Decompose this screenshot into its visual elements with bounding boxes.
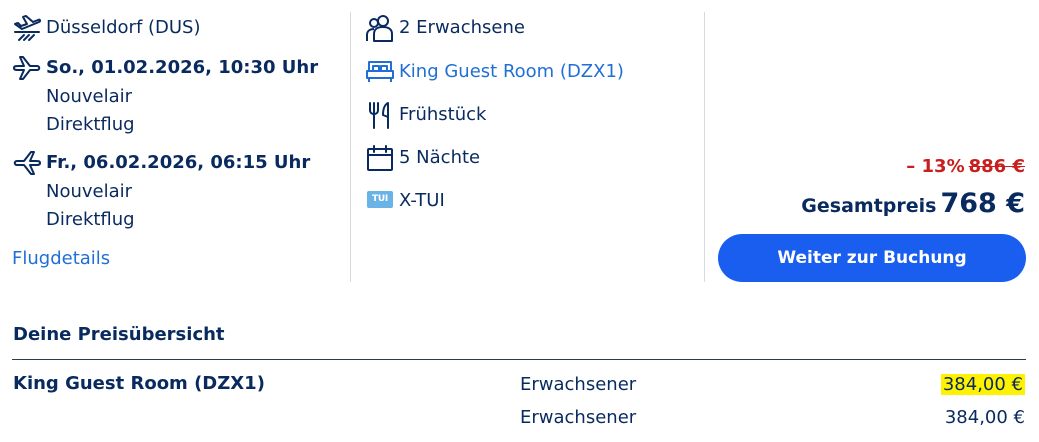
- continue-booking-button[interactable]: Weiter zur Buchung: [718, 234, 1026, 282]
- old-price: 886 €: [968, 156, 1025, 177]
- nights: 5 Nächte: [399, 147, 481, 168]
- plane-airport-icon: [12, 14, 42, 42]
- overview-row-1-amount: 384,00 €: [940, 374, 1025, 396]
- outbound-datetime: So., 01.02.2026, 10:30 Uhr: [46, 57, 319, 78]
- calendar-icon: [366, 144, 394, 172]
- room-link[interactable]: King Guest Room (DZX1): [399, 61, 624, 83]
- price-overview-divider: [12, 359, 1026, 360]
- overview-row-2-label: Erwachsener: [520, 407, 637, 428]
- overview-row-1-amount-value: 384,00 €: [940, 374, 1025, 395]
- price-overview-title: Deine Preisübersicht: [13, 324, 225, 345]
- column-divider-left: [350, 12, 351, 282]
- discount-percent: – 13%: [906, 156, 965, 177]
- return-airline: Nouvelair: [46, 181, 133, 202]
- cutlery-icon: [367, 101, 393, 129]
- total-price-label: Gesamtpreis: [801, 195, 937, 217]
- return-datetime: Fr., 06.02.2026, 06:15 Uhr: [46, 152, 311, 173]
- total-price-value: 768 €: [940, 188, 1025, 219]
- discount-info: – 13% 886 €: [906, 156, 1025, 177]
- bed-icon: [365, 58, 395, 84]
- outbound-airline: Nouvelair: [46, 86, 133, 107]
- people-icon: [365, 14, 395, 42]
- overview-row-1-label: Erwachsener: [520, 374, 637, 395]
- travellers: 2 Erwachsene: [399, 17, 525, 38]
- plane-return-icon: [12, 149, 42, 177]
- tui-logo-icon: TUI: [367, 191, 393, 208]
- flight-origin: Düsseldorf (DUS): [46, 17, 201, 38]
- overview-row-2-amount: 384,00 €: [944, 407, 1025, 428]
- total-price: Gesamtpreis 768 €: [801, 188, 1025, 219]
- tour-operator: X-TUI: [399, 190, 445, 211]
- outbound-flight-type: Direktflug: [46, 114, 135, 135]
- return-flight-type: Direktflug: [46, 209, 135, 230]
- column-divider-right: [704, 12, 705, 282]
- board-type: Frühstück: [399, 104, 487, 125]
- overview-room-name: King Guest Room (DZX1): [13, 373, 265, 394]
- plane-departure-icon: [12, 54, 42, 82]
- flight-details-link[interactable]: Flugdetails: [12, 248, 110, 270]
